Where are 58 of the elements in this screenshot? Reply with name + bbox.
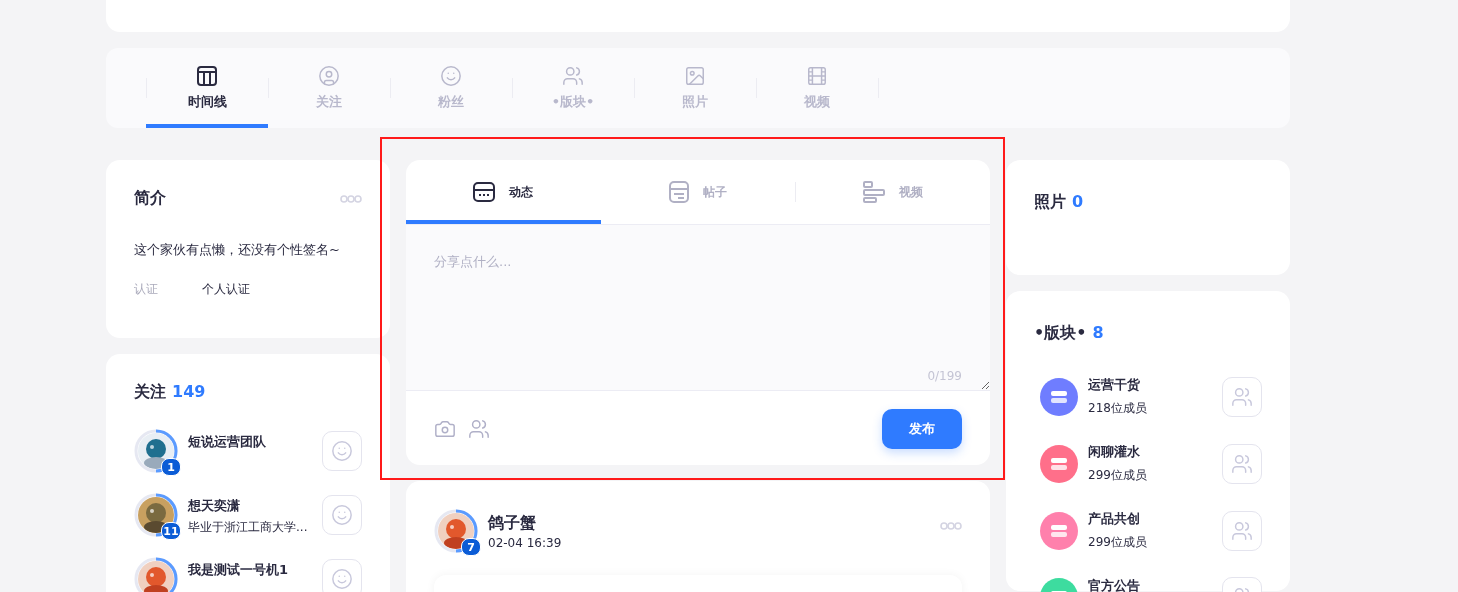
level-badge: 1 — [161, 458, 181, 476]
user-avatar[interactable]: 1 — [134, 429, 178, 473]
more-icon[interactable] — [340, 194, 362, 203]
film-icon — [806, 65, 828, 87]
image-icon — [684, 65, 706, 87]
composer-tab[interactable]: 动态 — [406, 160, 601, 224]
field-label: 认证 — [134, 281, 159, 298]
count-text: 8 — [1092, 323, 1104, 342]
field-value: 个人认证 — [202, 281, 250, 298]
author-name[interactable]: 鸽子蟹 — [488, 512, 562, 534]
publish-button[interactable]: 发布 — [882, 409, 962, 449]
users-icon[interactable] — [468, 418, 490, 440]
smile-icon — [440, 65, 462, 87]
level-badge: 11 — [161, 522, 181, 540]
post-time: 02-04 16:39 — [488, 535, 562, 550]
users-icon — [562, 65, 584, 87]
follow-button[interactable] — [322, 559, 362, 592]
smile-icon — [331, 568, 353, 590]
camera-icon[interactable] — [434, 418, 456, 440]
bio-text: 这个家伙有点懒，还没有个性签名~ — [134, 242, 340, 257]
document-icon — [669, 181, 689, 203]
card-title: 照片 — [1034, 192, 1066, 211]
join-button[interactable] — [1222, 443, 1262, 484]
member-count: 299位成员 — [1088, 534, 1147, 551]
more-icon[interactable] — [940, 522, 962, 530]
join-button[interactable] — [1222, 510, 1262, 551]
users-icon — [1231, 452, 1253, 475]
card-title: •版块• — [1034, 323, 1087, 342]
user-icon — [318, 65, 340, 87]
count-text: 0 — [1072, 192, 1084, 211]
follow-button[interactable] — [322, 431, 362, 471]
follow-button[interactable] — [322, 495, 362, 535]
layout-icon — [196, 65, 218, 87]
board-name[interactable]: 官方公告 — [1088, 577, 1140, 592]
member-count: 218位成员 — [1088, 400, 1147, 417]
users-icon — [1231, 519, 1253, 542]
board-name[interactable]: 产品共创 — [1088, 510, 1147, 528]
users-icon — [1231, 385, 1253, 408]
board-name[interactable]: 闲聊灌水 — [1088, 443, 1147, 461]
user-avatar[interactable]: 7 — [434, 509, 478, 553]
user-name[interactable]: 我是测试一号机1 — [188, 561, 289, 579]
card-title: 简介 — [134, 188, 166, 209]
user-avatar[interactable]: 11 — [134, 493, 178, 537]
user-subtitle: 毕业于浙江工商大学... — [188, 519, 308, 536]
card-icon — [473, 182, 496, 202]
board-name[interactable]: 运营干货 — [1088, 376, 1147, 394]
card-title: 关注 — [134, 382, 166, 401]
user-avatar[interactable] — [134, 557, 178, 592]
level-badge: 7 — [461, 538, 481, 556]
profile-tab[interactable]: 时间线 — [146, 48, 268, 128]
count-text: 149 — [172, 382, 206, 401]
user-name[interactable]: 想天奕潇 — [188, 497, 308, 515]
smile-icon — [331, 504, 353, 526]
bars-icon — [862, 181, 885, 203]
member-count: 299位成员 — [1088, 467, 1147, 484]
join-button[interactable] — [1222, 376, 1262, 417]
user-name[interactable]: 短说运营团队 — [188, 433, 266, 451]
smile-icon — [331, 440, 353, 462]
